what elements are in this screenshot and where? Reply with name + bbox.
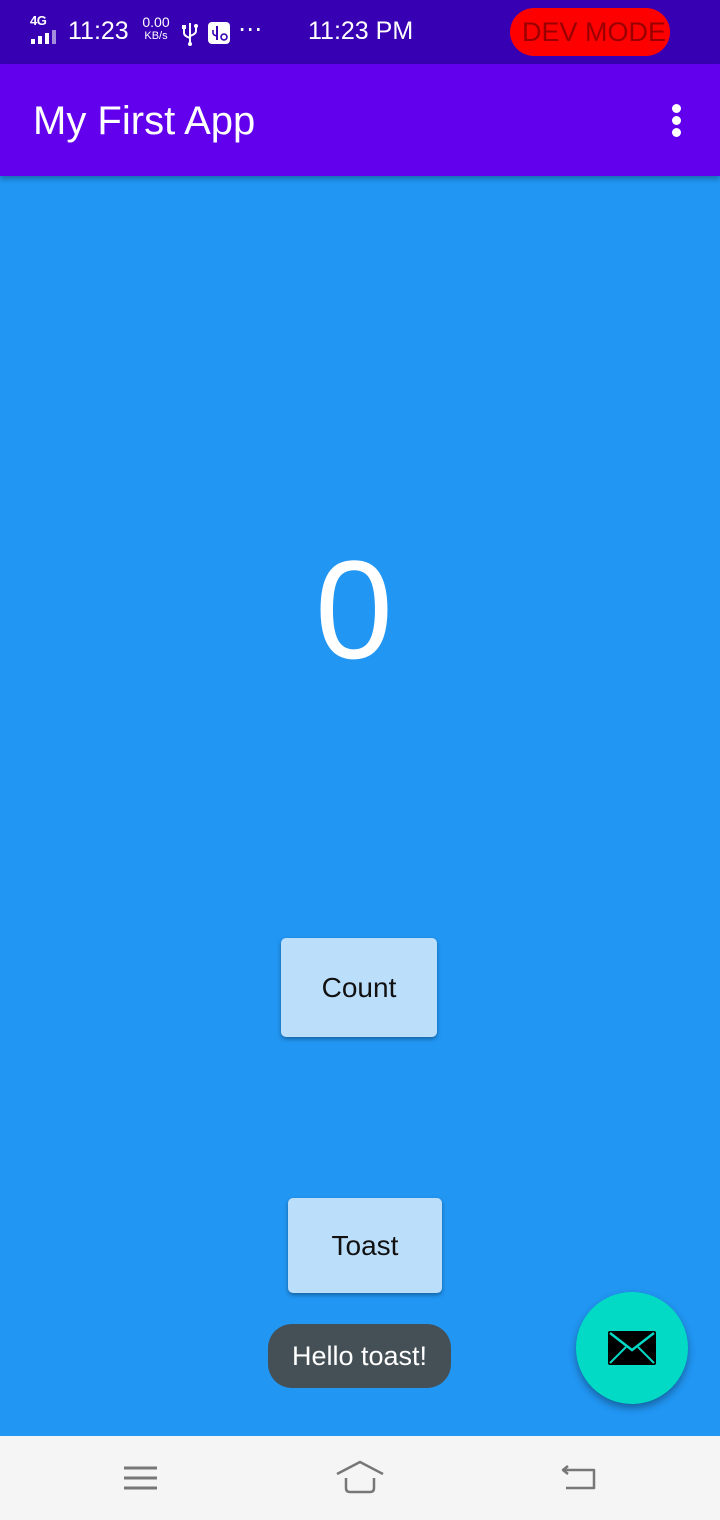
toast-button[interactable]: Toast (288, 1198, 442, 1293)
toast-message: Hello toast! (268, 1324, 451, 1388)
network-speed: 0.00 KB/s (138, 14, 174, 43)
network-speed-unit: KB/s (144, 30, 168, 42)
counter-value: 0 (315, 531, 393, 688)
navigation-bar (0, 1436, 720, 1520)
usb-icon (182, 23, 198, 46)
status-time-center: 11:23 PM (308, 17, 414, 45)
app-bar: My First App (0, 64, 720, 176)
network-type: 4G (30, 13, 47, 28)
back-icon[interactable] (552, 1454, 608, 1502)
overflow-menu-icon[interactable] (656, 98, 696, 142)
email-icon (608, 1331, 656, 1365)
signal-icon: 4G (30, 14, 62, 46)
email-fab-button[interactable] (576, 1292, 688, 1404)
status-bar: 4G 11:23 0.00 KB/s ⋯ 11:23 PM DEV MODE (0, 0, 720, 64)
network-speed-value: 0.00 (142, 14, 170, 30)
home-icon[interactable] (332, 1454, 388, 1502)
count-button[interactable]: Count (281, 938, 437, 1037)
app-title: My First App (33, 99, 256, 143)
app-screen: 4G 11:23 0.00 KB/s ⋯ 11:23 PM DEV MODE M… (0, 0, 720, 1520)
menu-icon[interactable] (112, 1454, 168, 1502)
dev-mode-badge: DEV MODE (510, 8, 670, 56)
usb-debug-icon (208, 22, 230, 44)
signal-bars (31, 30, 61, 44)
status-time: 11:23 (68, 17, 129, 45)
more-dots-icon: ⋯ (238, 16, 263, 43)
dev-mode-label: DEV MODE (522, 17, 667, 47)
